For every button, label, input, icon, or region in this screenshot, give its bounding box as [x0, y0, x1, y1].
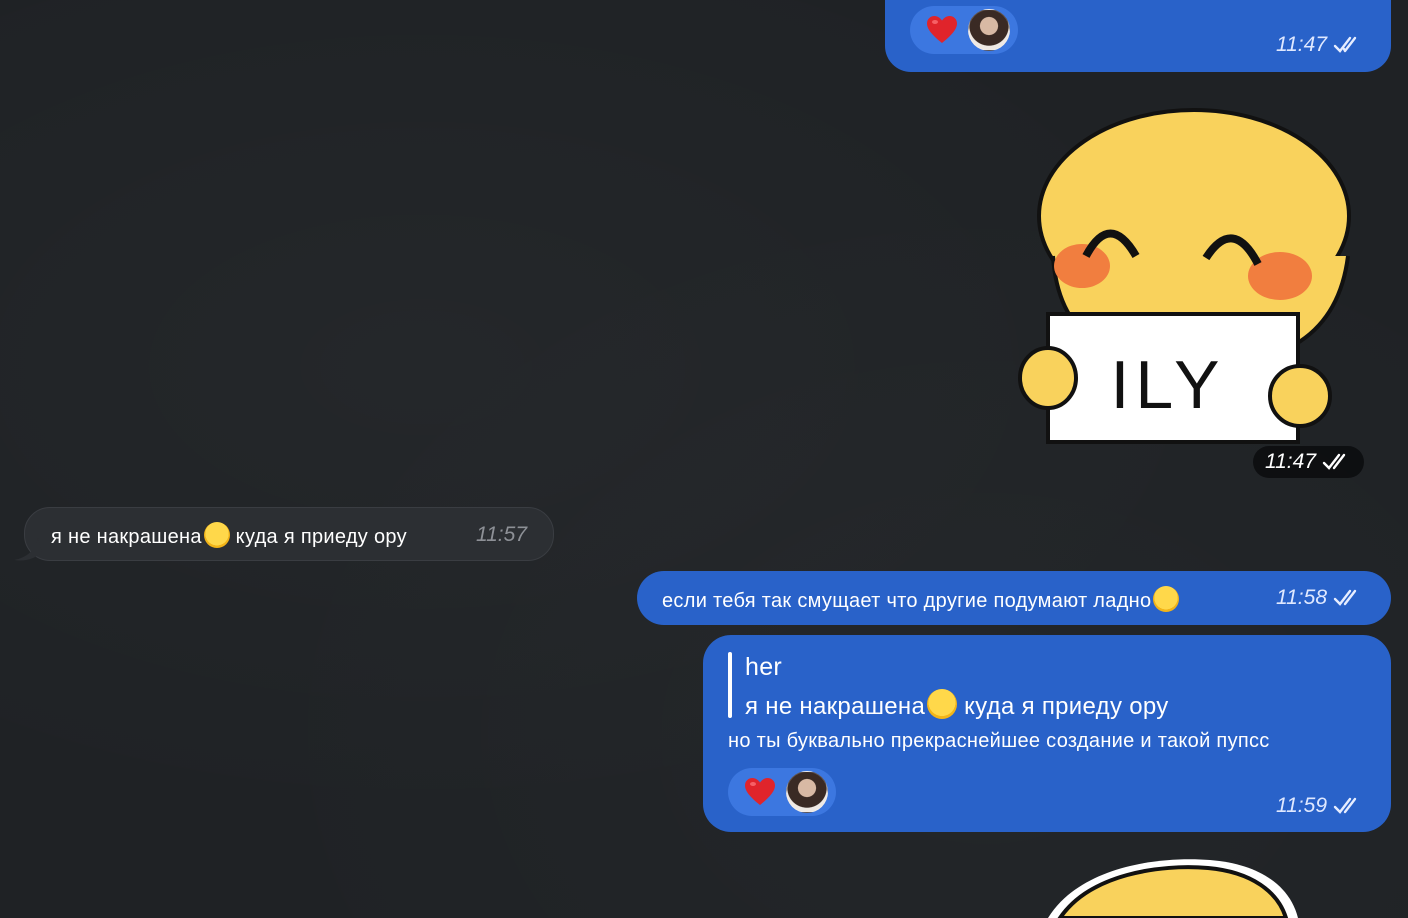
message-text: если тебя так смущает что другие подумаю…: [662, 586, 1180, 613]
reactor-avatar[interactable]: [968, 9, 1010, 51]
reactions-bar[interactable]: [910, 6, 1018, 54]
message-text-part: куда я приеду ору: [229, 526, 407, 548]
incoming-bubble-tail: [14, 538, 42, 561]
double-check-icon: [1333, 589, 1357, 606]
message-text-part: если тебя так смущает что другие подумаю…: [662, 590, 1152, 612]
time-label: 11:58: [1276, 586, 1327, 609]
loudly-crying-face-icon: [203, 522, 230, 548]
message-text: я не накрашена куда я приеду ору: [51, 522, 407, 549]
partial-sticker[interactable]: [1040, 856, 1300, 918]
time-label: 11:47: [1276, 33, 1327, 56]
double-check-icon: [1322, 453, 1346, 470]
message-text-part: я не накрашена: [51, 526, 202, 548]
sticker-message[interactable]: ILY: [1018, 106, 1358, 448]
time-label: 11:47: [1265, 450, 1316, 473]
message-time: 11:47: [1276, 33, 1363, 57]
message-time: 11:58: [1276, 586, 1363, 610]
message-time: 11:57: [476, 523, 527, 547]
outgoing-reply-message[interactable]: her я не накрашена куда я приеду ору но …: [703, 635, 1391, 832]
message-time: 11:59: [1276, 794, 1363, 818]
outgoing-message[interactable]: если тебя так смущает что другие подумаю…: [637, 571, 1391, 625]
sticker-caption: ILY: [1110, 347, 1225, 423]
message-text: но ты буквально прекраснейшее создание и…: [728, 730, 1270, 752]
double-check-icon: [1333, 36, 1357, 53]
incoming-message[interactable]: я не накрашена куда я приеду ору 11:57: [24, 507, 554, 561]
reply-quote-text[interactable]: я не накрашена куда я приеду ору: [745, 689, 1169, 721]
heart-reaction-icon: [745, 778, 775, 805]
outgoing-message[interactable]: 11:47: [885, 0, 1391, 72]
loudly-crying-face-icon: [927, 689, 958, 719]
time-label: 11:57: [476, 523, 527, 546]
ily-sticker: ILY: [1018, 108, 1351, 444]
reply-quote-bar: [728, 652, 732, 718]
heart-reaction-icon: [927, 16, 957, 43]
message-text-part: куда я приеду ору: [957, 693, 1169, 720]
double-check-icon: [1333, 797, 1357, 814]
reactions-bar[interactable]: [728, 768, 836, 816]
crying-face-icon: [1153, 586, 1180, 612]
sticker-time-badge: 11:47: [1253, 446, 1364, 478]
message-text-part: я не накрашена: [745, 693, 926, 720]
reactor-avatar[interactable]: [786, 771, 828, 813]
reply-author[interactable]: her: [745, 653, 782, 682]
time-label: 11:59: [1276, 794, 1327, 817]
